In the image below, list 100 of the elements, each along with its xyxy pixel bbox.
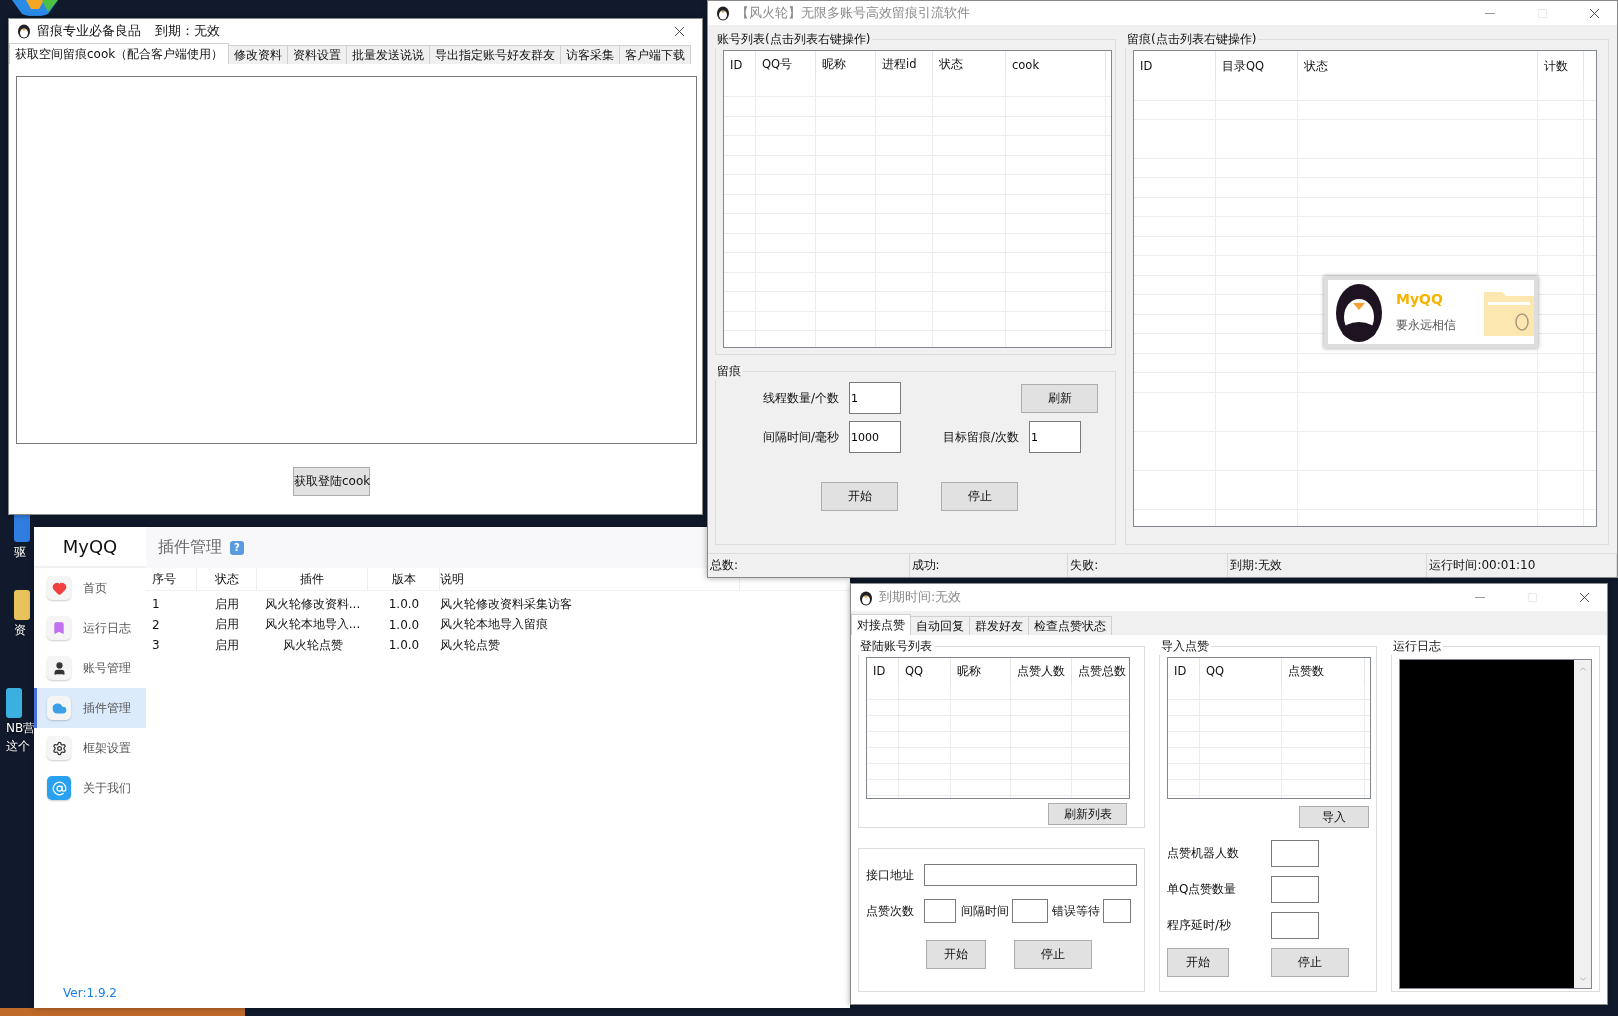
column-header[interactable]: 目录QQ — [1216, 51, 1298, 81]
tab[interactable]: 批量发送说说 — [346, 45, 431, 64]
penguin-logo-icon — [716, 5, 730, 21]
maximize-icon — [1526, 592, 1538, 603]
input-field[interactable] — [1271, 839, 1319, 867]
stop-button[interactable]: 停止 — [1014, 939, 1092, 969]
group-title: 留痕(点击列表右键操作) — [1126, 31, 1258, 48]
column-header[interactable]: QQ — [899, 658, 951, 684]
tab[interactable]: 修改资料 — [228, 45, 289, 64]
tab[interactable]: 对接点赞 — [851, 614, 911, 635]
window-title: 【风火轮】无限多账号高效留痕引流软件 — [736, 4, 970, 22]
input-field[interactable] — [1271, 875, 1319, 903]
table-cell-text: 启用 — [214, 636, 240, 654]
column-header[interactable]: ID — [1168, 658, 1200, 684]
table-cell-text: 1.0.0 — [387, 597, 421, 612]
group-title: 账号列表(点击列表右键操作) — [716, 31, 872, 48]
status-text: 到期:无效 — [1227, 554, 1428, 577]
bookmark-icon — [47, 616, 71, 640]
chevron-up-icon — [1577, 664, 1588, 674]
tab[interactable]: 导出指定账号好友群友 — [429, 45, 562, 64]
field-label: 目标留痕/次数 — [941, 428, 1019, 446]
table-cell-text: 风火轮本地导入... — [263, 616, 362, 634]
text-area[interactable] — [16, 76, 697, 444]
app-icon — [12, 0, 58, 16]
field-label: 单Q点赞数量 — [1167, 880, 1238, 898]
user-icon — [47, 656, 71, 680]
field-label: 点赞次数 — [866, 902, 915, 920]
stop-button[interactable]: 停止 — [1271, 947, 1349, 977]
scrollbar[interactable] — [1574, 660, 1591, 988]
column-header[interactable]: ID — [867, 658, 899, 684]
table-cell-text: 风火轮点赞 — [281, 636, 344, 654]
column-header[interactable]: 状态 — [933, 51, 1006, 78]
input-field[interactable]: 1000 — [849, 421, 901, 453]
column-header[interactable]: 昵称 — [816, 51, 876, 78]
column-header[interactable]: QQ — [1200, 658, 1282, 684]
field-label: 间隔时间 — [961, 902, 1009, 920]
input-field[interactable] — [923, 864, 1137, 886]
gear-icon — [47, 736, 71, 760]
input-field[interactable]: 1 — [849, 382, 901, 414]
column-header[interactable]: 计数 — [1538, 51, 1584, 81]
column-header[interactable]: cook — [1006, 51, 1106, 78]
icon-label: 这个 — [6, 738, 30, 754]
list-view[interactable]: ID QQ号 昵称 进程id 状态 cook — [723, 50, 1112, 348]
chevron-down-icon — [1577, 974, 1588, 984]
column-header[interactable]: 点赞人数 — [1011, 658, 1072, 684]
table-cell-text: 风火轮修改资料... — [263, 595, 362, 613]
input-field[interactable] — [924, 899, 956, 923]
column-header[interactable]: 点赞数 — [1282, 658, 1365, 684]
get-cookie-button[interactable]: 获取登陆cook — [293, 466, 370, 496]
field-label: 点赞机器人数 — [1167, 844, 1240, 862]
cloud-icon — [47, 696, 71, 720]
refresh-button[interactable]: 刷新 — [1021, 383, 1098, 413]
input-field[interactable]: 1 — [1029, 421, 1081, 453]
icon-label: 驱 — [14, 544, 26, 560]
column-header[interactable]: 昵称 — [951, 658, 1011, 684]
table-cell-text: 风火轮修改资料采集访客 — [440, 595, 573, 613]
list-view[interactable]: ID QQ 点赞数 — [1167, 657, 1371, 799]
table-cell-text: 1 — [152, 597, 161, 612]
list-view[interactable]: ID QQ 昵称 点赞人数 点赞总数 — [866, 657, 1130, 799]
tab[interactable]: 群发好友 — [969, 616, 1029, 635]
column-header[interactable]: 点赞总数 — [1072, 658, 1129, 684]
tab[interactable]: 访客采集 — [560, 45, 621, 64]
expiry-label: 到期：无效 — [155, 22, 220, 40]
window-title: 到期时间:无效 — [879, 589, 962, 606]
input-field[interactable] — [1271, 911, 1319, 939]
import-button[interactable]: 导入 — [1299, 806, 1369, 828]
slogan-text: 要永远相信 — [1396, 316, 1457, 334]
tab[interactable]: 获取空间留痕cook（配合客户端使用） — [9, 43, 230, 64]
stop-button[interactable]: 停止 — [941, 481, 1018, 511]
group-title: 导入点赞 — [1160, 638, 1210, 655]
input-field[interactable] — [1103, 899, 1131, 923]
folder-icon[interactable] — [14, 590, 30, 620]
group-title: 登陆账号列表 — [859, 638, 933, 655]
minimize-icon — [1485, 12, 1495, 14]
table-cell-text: 3 — [152, 638, 161, 653]
table-cell-text: 启用 — [214, 616, 240, 634]
status-text: 成功: — [909, 554, 1069, 577]
column-header[interactable]: 状态 — [1298, 51, 1538, 81]
column-header[interactable]: QQ号 — [756, 51, 816, 78]
tab[interactable]: 客户端下载 — [619, 45, 692, 64]
column-header[interactable]: 进程id — [876, 51, 933, 78]
input-field[interactable] — [1012, 899, 1048, 923]
refresh-list-button[interactable]: 刷新列表 — [1048, 803, 1127, 825]
tab[interactable]: 自动回复 — [910, 616, 970, 635]
nav-item[interactable]: 插件管理 — [34, 688, 146, 728]
start-button[interactable]: 开始 — [1167, 947, 1229, 977]
tab[interactable]: 检查点赞状态 — [1028, 616, 1112, 635]
maximize-icon — [1536, 7, 1548, 19]
brand-name: MyQQ — [1396, 290, 1444, 307]
start-button[interactable]: 开始 — [926, 939, 986, 969]
table-cell-text: 1.0.0 — [387, 638, 421, 653]
group-title: 留痕 — [716, 363, 742, 380]
column-header[interactable]: ID — [1134, 51, 1216, 81]
status-text: 失败: — [1068, 554, 1228, 577]
field-label: 程序延时/秒 — [1167, 916, 1233, 934]
start-button[interactable]: 开始 — [821, 481, 898, 511]
column-header: 版本 — [368, 568, 440, 590]
penguin-logo-icon — [859, 589, 873, 606]
column-header[interactable]: ID — [724, 51, 756, 78]
tab[interactable]: 资料设置 — [287, 45, 348, 64]
